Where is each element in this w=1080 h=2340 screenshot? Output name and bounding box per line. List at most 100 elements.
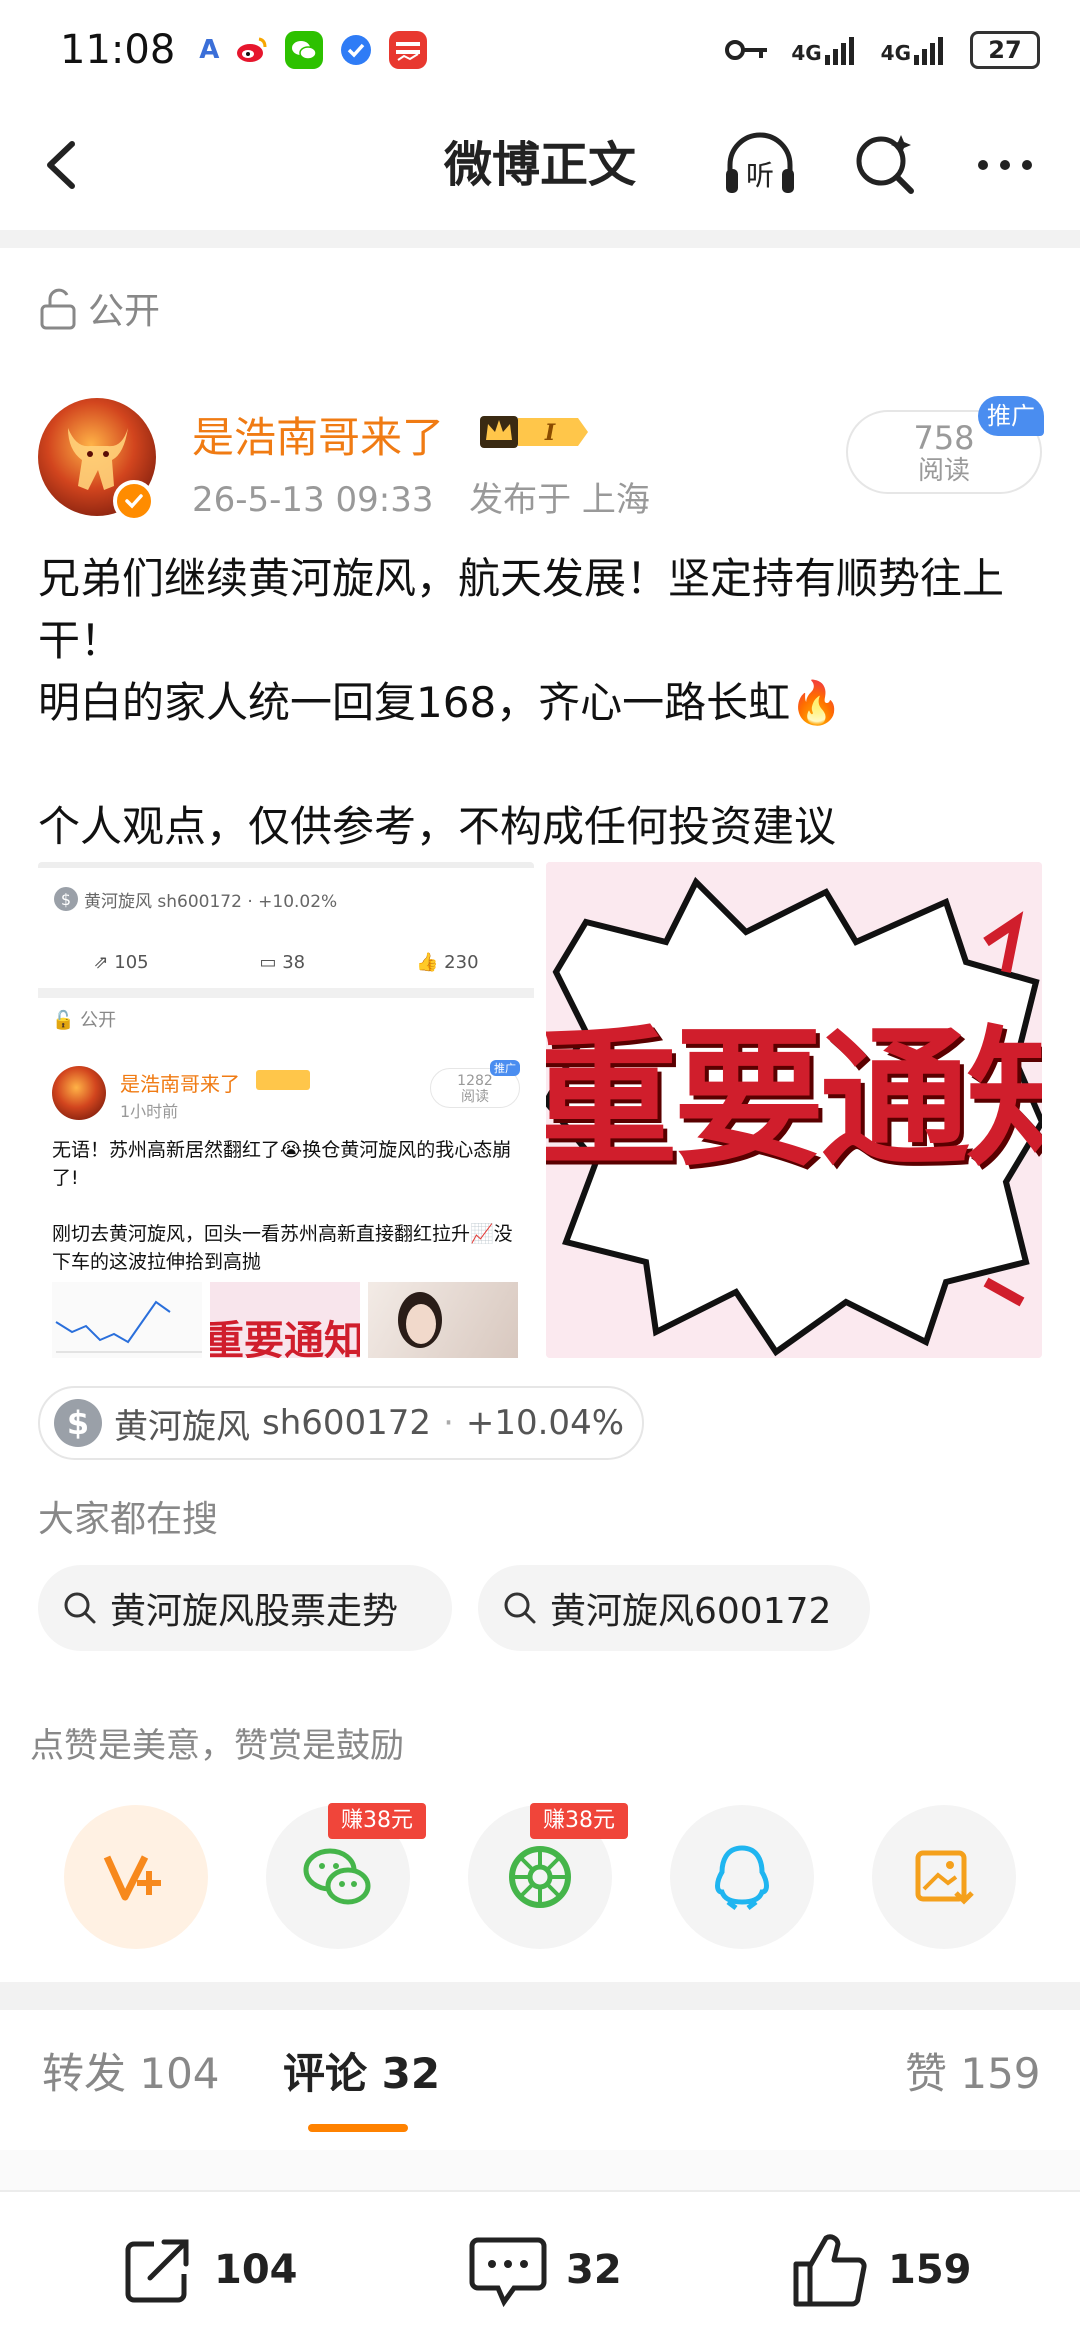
post-image-2[interactable]: 重要通知 xyxy=(546,862,1042,1358)
top-nav: 微博正文 听 xyxy=(0,100,1080,230)
stock-pill[interactable]: $ 黄河旋风 sh600172 · +10.04% xyxy=(38,1386,644,1460)
comment-button[interactable]: 32 xyxy=(468,2230,622,2310)
stock-name: 黄河旋风 xyxy=(114,1406,250,1447)
key-icon xyxy=(725,40,768,60)
unlock-icon xyxy=(40,288,76,330)
v-plus-icon xyxy=(103,1855,161,1901)
banner-text: 重要通知 xyxy=(546,1013,1042,1187)
embedded-photo xyxy=(368,1282,518,1358)
tab-repost[interactable]: 转发 104 xyxy=(42,2040,220,2101)
tabs-divider xyxy=(0,2150,1080,2190)
signal-1: 4G xyxy=(791,35,858,65)
repost-button[interactable]: 104 xyxy=(120,2230,298,2310)
stock-sep: · xyxy=(443,1403,454,1443)
image-download-icon xyxy=(915,1850,974,1905)
embedded-divider xyxy=(38,988,534,998)
save-image-button[interactable] xyxy=(872,1805,1016,1949)
bottom-action-bar: 104 32 159 xyxy=(0,2190,1080,2340)
status-bar: 11:08 A 4G 4G 27 xyxy=(0,0,1080,100)
embedded-top-strip xyxy=(38,862,534,868)
promo-tag[interactable]: 推广 xyxy=(978,396,1044,436)
post-line xyxy=(38,734,1048,796)
reward-tip: 点赞是美意，赞赏是鼓励 xyxy=(30,1726,404,1766)
earn-tag: 赚38元 xyxy=(530,1803,628,1839)
wechat-icon xyxy=(285,31,324,69)
embedded-stock-icon: $ xyxy=(54,887,78,911)
a-icon: A xyxy=(199,35,220,65)
moments-icon xyxy=(509,1846,571,1908)
svg-text:听: 听 xyxy=(746,159,774,192)
signal-2: 4G xyxy=(881,35,948,65)
post-date: 26-5-13 09:33 xyxy=(192,480,434,520)
thumbs-up-icon xyxy=(793,2234,867,2307)
embedded-crown xyxy=(256,1070,310,1090)
post-location: 发布于 上海 xyxy=(469,480,650,520)
embedded-actions: ⇗ 105 ▭ 38 👍 230 xyxy=(38,940,534,984)
share-qq-button[interactable] xyxy=(670,1805,814,1949)
reward-vplus-button[interactable] xyxy=(64,1805,208,1949)
check-app-icon xyxy=(337,31,376,69)
embedded-repost: ⇗ 105 xyxy=(93,951,149,973)
listen-button[interactable]: 听 xyxy=(720,125,800,205)
visibility-text: 公开 xyxy=(88,291,161,332)
post-body: 兄弟们继续黄河旋风，航天发展！坚定持有顺势往上干！ 明白的家人统一回复168，齐… xyxy=(38,548,1048,858)
status-time: 11:08 xyxy=(60,27,176,73)
embedded-banner: 重要通知 xyxy=(210,1282,360,1358)
interaction-tabs: 转发 104 评论 32 赞 159 xyxy=(0,2010,1080,2150)
like-count: 159 xyxy=(888,2247,972,2293)
embedded-text-2: 刚切去黄河旋风，回头一看苏州高新直接翻红拉升📈没下车的这波拉伸拾到高抛 xyxy=(52,1223,513,1273)
repost-count: 104 xyxy=(214,2247,298,2293)
tab-comment[interactable]: 评论 32 xyxy=(283,2040,440,2101)
verified-icon xyxy=(125,494,143,509)
section-divider xyxy=(0,1982,1080,2010)
embedded-like: 👍 230 xyxy=(416,951,479,973)
signal-bars-icon xyxy=(914,37,943,65)
member-crown-icon: I xyxy=(480,416,588,448)
embedded-promo: 推广 xyxy=(490,1060,520,1076)
more-dots-icon xyxy=(978,160,1032,170)
weibo-icon xyxy=(233,31,272,69)
embedded-author: 是浩南哥来了 xyxy=(120,1072,240,1096)
post-image-1[interactable]: $ 黄河旋风 sh600172 · +10.02% ⇗ 105 ▭ 38 👍 2… xyxy=(38,862,534,1358)
embedded-stock-text: 黄河旋风 sh600172 · +10.02% xyxy=(84,891,338,912)
embedded-text-1: 无语！苏州高新居然翻红了😭换仓黄河旋风的我心态崩了! xyxy=(52,1139,512,1189)
post-meta: 26-5-13 09:33 发布于 上海 xyxy=(192,472,650,521)
search-section-title: 大家都在搜 xyxy=(38,1499,219,1540)
battery-indicator: 27 xyxy=(970,31,1040,69)
dollar-icon: $ xyxy=(54,1399,102,1447)
stock-code: sh600172 xyxy=(262,1403,432,1443)
embedded-visibility: 🔓 公开 xyxy=(52,1010,117,1031)
headphones-icon: 听 xyxy=(726,132,794,193)
nav-divider xyxy=(0,230,1080,248)
search-chip[interactable]: 黄河旋风600172 xyxy=(478,1565,870,1651)
status-right: 4G 4G 27 xyxy=(725,31,1040,69)
svg-text:I: I xyxy=(544,420,556,446)
verified-badge xyxy=(113,480,155,522)
visibility-label: 公开 xyxy=(38,278,160,338)
tab-underline xyxy=(308,2124,408,2132)
read-label: 阅读 xyxy=(917,456,970,486)
comment-bubble-icon xyxy=(469,2237,547,2308)
like-button[interactable]: 159 xyxy=(790,2230,972,2310)
tab-like[interactable]: 赞 159 xyxy=(905,2040,1041,2101)
stock-change: +10.04% xyxy=(465,1403,625,1443)
qq-icon xyxy=(715,1845,769,1910)
signal-bars-icon xyxy=(824,37,854,65)
search-chip-label: 黄河旋风600172 xyxy=(550,1591,832,1632)
embedded-chart-thumb xyxy=(52,1282,202,1358)
search-icon xyxy=(856,135,914,194)
search-icon xyxy=(64,1592,96,1624)
embedded-time: 1小时前 xyxy=(120,1102,179,1121)
finance-app-icon xyxy=(389,31,428,69)
wechat-icon xyxy=(303,1848,371,1905)
post-line: 明白的家人统一回复168，齐心一路长虹🔥 xyxy=(38,678,843,727)
more-button[interactable] xyxy=(965,125,1045,205)
comment-count: 32 xyxy=(566,2247,622,2293)
search-chip[interactable]: 黄河旋风股票走势 xyxy=(38,1565,452,1651)
search-button[interactable] xyxy=(845,125,925,205)
search-chip-label: 黄河旋风股票走势 xyxy=(110,1591,399,1632)
notification-icons: A xyxy=(199,31,428,69)
post-line: 兄弟们继续黄河旋风，航天发展！坚定持有顺势往上干！ xyxy=(38,554,1005,665)
embedded-comment: ▭ 38 xyxy=(259,951,306,973)
author-name[interactable]: 是浩南哥来了 xyxy=(192,404,444,465)
